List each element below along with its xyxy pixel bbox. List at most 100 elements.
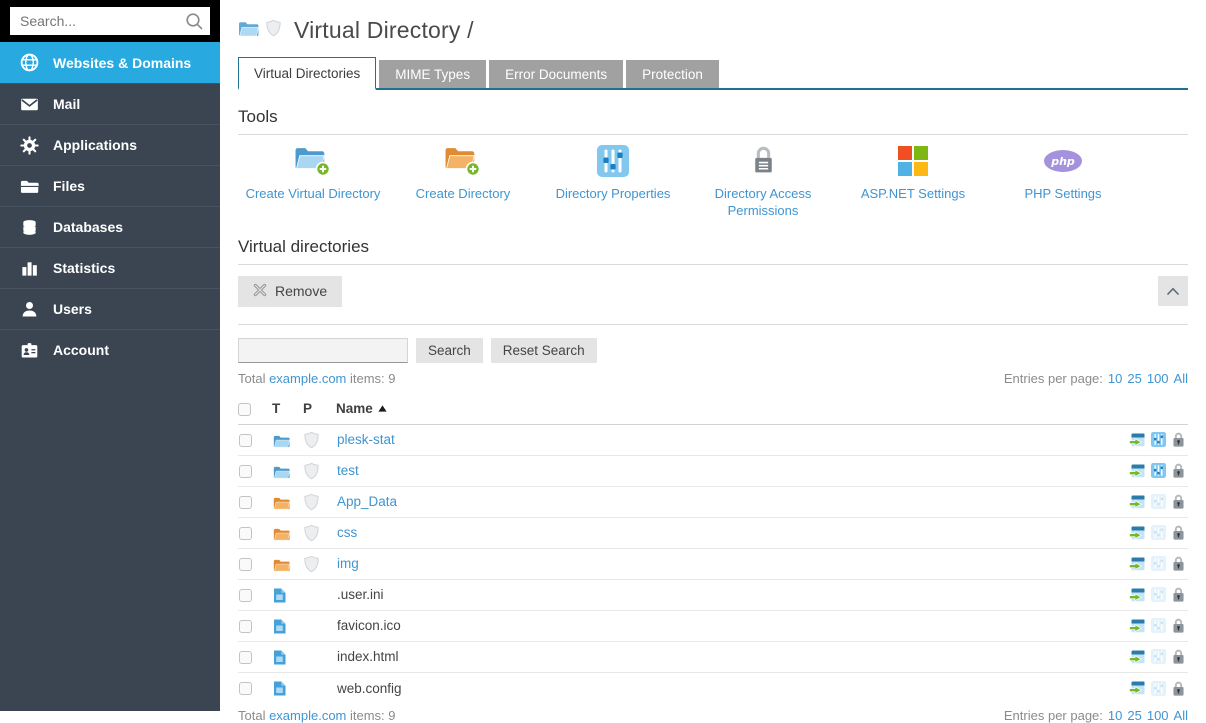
sidebar-item-applications[interactable]: Applications — [0, 124, 220, 165]
row-checkbox[interactable] — [239, 682, 252, 695]
reset-search-button[interactable]: Reset Search — [491, 338, 597, 363]
tool-php-settings[interactable]: phpPHP Settings — [988, 144, 1138, 220]
row-checkbox[interactable] — [239, 589, 252, 602]
open-in-web-icon[interactable] — [1129, 432, 1145, 448]
sidebar-item-users[interactable]: Users — [0, 288, 220, 329]
sidebar-item-account[interactable]: Account — [0, 329, 220, 370]
search-button[interactable]: Search — [416, 338, 483, 363]
sidebar-item-statistics[interactable]: Statistics — [0, 247, 220, 288]
row-checkbox[interactable] — [239, 651, 252, 664]
search-icon[interactable] — [185, 12, 204, 36]
entries-option-100[interactable]: 100 — [1147, 708, 1169, 723]
open-in-web-icon[interactable] — [1129, 494, 1145, 510]
entries-option-all[interactable]: All — [1174, 708, 1188, 723]
folder-blue-plus-icon — [294, 145, 332, 182]
total-prefix: Total — [238, 371, 269, 386]
row-checkbox[interactable] — [239, 434, 252, 447]
row-checkbox[interactable] — [239, 558, 252, 571]
directory-properties-icon — [1151, 556, 1166, 571]
row-checkbox[interactable] — [239, 465, 252, 478]
open-in-web-icon[interactable] — [1129, 649, 1145, 665]
ms-logo-icon — [898, 146, 928, 181]
globe-icon — [19, 53, 39, 72]
row-checkbox[interactable] — [239, 527, 252, 540]
directory-name-link[interactable]: img — [337, 556, 359, 571]
entries-option-100[interactable]: 100 — [1147, 371, 1169, 386]
tab-virtual-directories[interactable]: Virtual Directories — [238, 57, 376, 90]
total-items: Total example.com items: 9 — [238, 371, 396, 386]
search-input[interactable] — [10, 7, 210, 35]
column-type[interactable]: T — [272, 394, 303, 425]
protection-shield-icon — [304, 431, 319, 449]
tool-directory-properties[interactable]: Directory Properties — [538, 144, 688, 220]
table-row-css: css — [238, 517, 1188, 548]
mail-icon — [19, 95, 39, 114]
tool-asp-net-settings[interactable]: ASP.NET Settings — [838, 144, 988, 220]
domain-link[interactable]: example.com — [269, 371, 346, 386]
sidebar-item-files[interactable]: Files — [0, 165, 220, 206]
sidebar-item-mail[interactable]: Mail — [0, 83, 220, 124]
lock-icon — [751, 145, 776, 181]
open-in-web-icon[interactable] — [1129, 525, 1145, 541]
directory-properties-icon[interactable] — [1151, 432, 1166, 447]
permissions-lock-icon[interactable] — [1172, 494, 1185, 509]
entries-option-all[interactable]: All — [1174, 371, 1188, 386]
sidebar-item-websites-domains[interactable]: Websites & Domains — [0, 42, 220, 83]
open-in-web-icon[interactable] — [1129, 587, 1145, 603]
permissions-lock-icon[interactable] — [1172, 649, 1185, 664]
entries-option-25[interactable]: 25 — [1127, 371, 1141, 386]
folder-icon — [273, 496, 290, 510]
filter-input[interactable] — [238, 338, 408, 363]
open-in-web-icon[interactable] — [1129, 618, 1145, 634]
database-icon — [19, 218, 39, 237]
directory-properties-icon[interactable] — [1151, 463, 1166, 478]
row-checkbox[interactable] — [239, 620, 252, 633]
remove-x-icon — [253, 283, 267, 300]
permissions-lock-icon[interactable] — [1172, 556, 1185, 571]
directory-name-link[interactable]: App_Data — [337, 494, 397, 509]
tool-directory-access-permissions[interactable]: Directory Access Permissions — [688, 144, 838, 220]
tab-mime-types[interactable]: MIME Types — [379, 60, 486, 88]
file-name: web.config — [337, 681, 402, 696]
open-in-web-icon[interactable] — [1129, 556, 1145, 572]
tab-error-documents[interactable]: Error Documents — [489, 60, 623, 88]
list-toolbar: Remove — [238, 265, 1188, 317]
protection-shield-icon — [304, 555, 319, 573]
entries-option-10[interactable]: 10 — [1108, 708, 1122, 723]
remove-button[interactable]: Remove — [238, 276, 342, 307]
column-protection[interactable]: P — [303, 394, 336, 425]
tab-protection[interactable]: Protection — [626, 60, 719, 88]
total-suffix: items: 9 — [346, 708, 395, 723]
tool-create-directory[interactable]: Create Directory — [388, 144, 538, 220]
directory-properties-icon — [1151, 525, 1166, 540]
directory-name-link[interactable]: plesk-stat — [337, 432, 395, 447]
entries-option-25[interactable]: 25 — [1127, 708, 1141, 723]
permissions-lock-icon[interactable] — [1172, 618, 1185, 633]
directory-name-link[interactable]: test — [337, 463, 359, 478]
tools-list: Create Virtual Directory Create Director… — [238, 144, 1188, 220]
permissions-lock-icon[interactable] — [1172, 432, 1185, 447]
table-row-app-data: App_Data — [238, 486, 1188, 517]
collapse-button[interactable] — [1158, 276, 1188, 306]
permissions-lock-icon[interactable] — [1172, 525, 1185, 540]
domain-link[interactable]: example.com — [269, 708, 346, 723]
permissions-lock-icon[interactable] — [1172, 463, 1185, 478]
row-checkbox[interactable] — [239, 496, 252, 509]
bar-chart-icon — [19, 259, 39, 278]
open-in-web-icon[interactable] — [1129, 680, 1145, 696]
file-name: index.html — [337, 649, 399, 664]
open-in-web-icon[interactable] — [1129, 463, 1145, 479]
select-all-checkbox[interactable] — [238, 403, 251, 416]
permissions-lock-icon[interactable] — [1172, 681, 1185, 696]
entries-option-10[interactable]: 10 — [1108, 371, 1122, 386]
sidebar-item-databases[interactable]: Databases — [0, 206, 220, 247]
sort-asc-icon — [378, 405, 387, 412]
permissions-lock-icon[interactable] — [1172, 587, 1185, 602]
sidebar-item-label: Websites & Domains — [53, 55, 191, 71]
folder-orange-plus-icon — [444, 145, 482, 182]
tool-create-virtual-directory[interactable]: Create Virtual Directory — [238, 144, 388, 220]
remove-button-label: Remove — [275, 283, 327, 299]
column-name[interactable]: Name — [336, 394, 1108, 425]
directory-name-link[interactable]: css — [337, 525, 357, 540]
tool-label: Create Virtual Directory — [238, 186, 388, 203]
